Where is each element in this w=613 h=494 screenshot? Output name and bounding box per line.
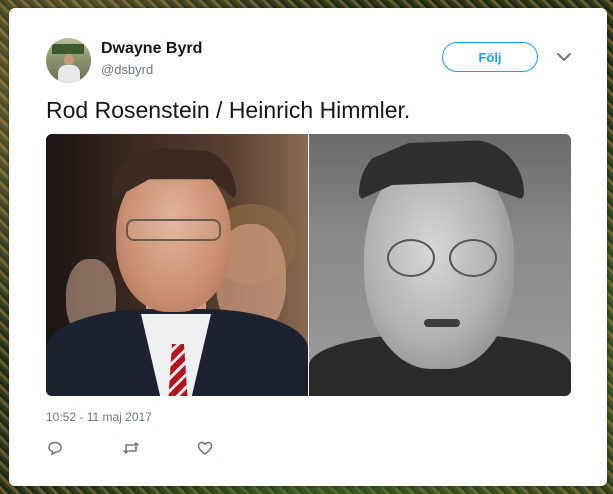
reply-icon (46, 439, 64, 457)
like-button[interactable] (196, 438, 271, 458)
tweet-card: Dwayne Byrd @dsbyrd Följ Rod Rosenstein … (9, 8, 607, 486)
tweet-timestamp[interactable]: 10:52 - 11 maj 2017 (46, 410, 152, 424)
reply-button[interactable] (46, 438, 121, 458)
follow-button[interactable]: Följ (442, 42, 538, 72)
glasses-right-lens (449, 239, 497, 277)
avatar-shirt (58, 65, 80, 83)
right-photo[interactable] (309, 134, 571, 396)
tweet-actions (46, 438, 271, 458)
left-photo[interactable] (46, 134, 308, 396)
avatar-sign (52, 44, 84, 54)
retweet-icon (121, 439, 141, 457)
chevron-down-icon[interactable] (555, 50, 573, 64)
retweet-button[interactable] (121, 438, 196, 458)
user-handle[interactable]: @dsbyrd (101, 62, 153, 77)
glasses (126, 219, 221, 241)
tweet-text: Rod Rosenstein / Heinrich Himmler. (46, 97, 411, 123)
glasses-left-lens (387, 239, 435, 277)
avatar[interactable] (46, 38, 91, 83)
mustache (424, 319, 460, 327)
user-name[interactable]: Dwayne Byrd (101, 40, 202, 58)
tweet-media[interactable] (46, 134, 571, 396)
heart-icon (196, 439, 214, 457)
